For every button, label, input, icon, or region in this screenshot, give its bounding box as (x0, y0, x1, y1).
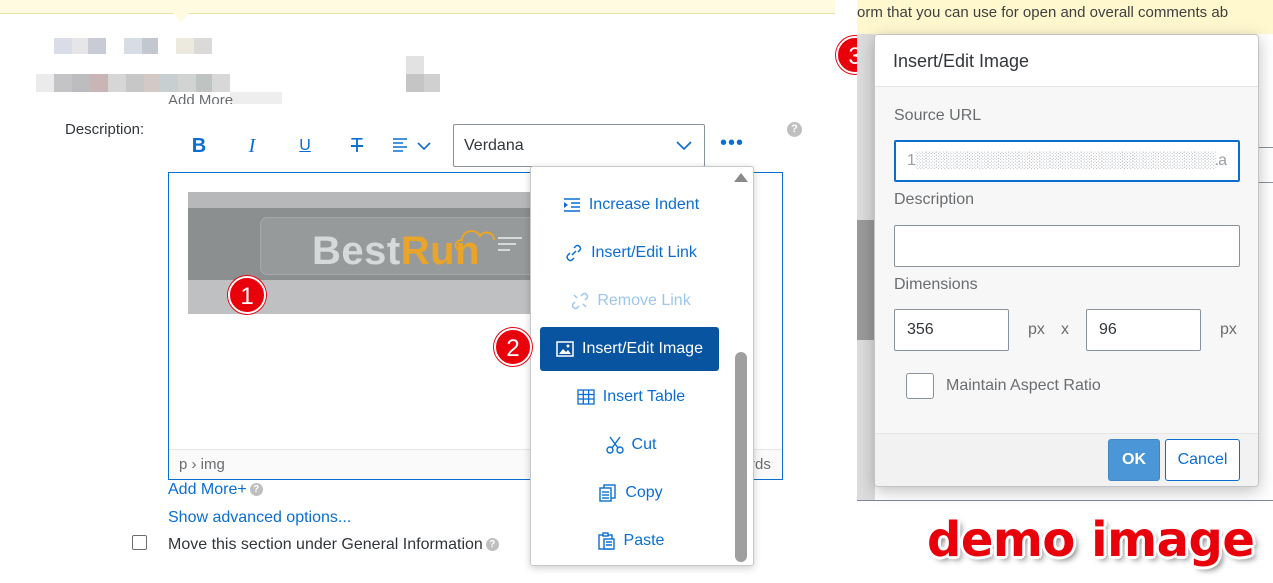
align-left-icon (393, 138, 431, 152)
indent-icon (563, 198, 580, 212)
align-dropdown-button[interactable] (392, 137, 438, 160)
copy-icon (599, 484, 617, 502)
background-strip-text: orm that you can use for open and overal… (857, 4, 1229, 21)
background-divider (857, 500, 1273, 501)
step-badge-2: 2 (494, 328, 532, 366)
more-options-menu: Increase Indent Insert/Edit Link Remove … (530, 166, 754, 566)
demo-watermark: demo image (927, 512, 1255, 568)
menu-item-insert-link[interactable]: Insert/Edit Link (531, 231, 731, 275)
info-strip (0, 0, 835, 14)
add-more-link[interactable]: Add More+? (168, 481, 263, 499)
cloud-icon (454, 230, 522, 251)
height-unit-label: px (1220, 321, 1237, 338)
menu-item-increase-indent[interactable]: Increase Indent (531, 183, 731, 227)
chevron-down-icon (676, 141, 692, 151)
menu-scroll-up-arrow[interactable] (734, 173, 748, 182)
menu-item-paste[interactable]: Paste (531, 519, 731, 563)
add-more-top-label: Add More (168, 92, 234, 104)
menu-item-insert-table[interactable]: Insert Table (531, 375, 731, 419)
italic-button[interactable]: I (240, 134, 264, 158)
info-strip-pointer (172, 12, 190, 22)
dimension-separator: x (1061, 321, 1069, 338)
move-section-checkbox[interactable] (132, 535, 147, 550)
description-label: Description: (65, 121, 145, 138)
image-icon (556, 341, 574, 357)
help-icon[interactable]: ? (787, 122, 802, 137)
menu-item-copy[interactable]: Copy (531, 471, 731, 515)
more-options-button[interactable]: ••• (720, 132, 744, 155)
step-badge-1: 1 (228, 276, 266, 314)
move-section-label: Move this section under General Informat… (168, 536, 499, 554)
menu-item-cut[interactable]: Cut (531, 423, 731, 467)
menu-item-remove-link: Remove Link (531, 279, 731, 323)
dialog-header: Insert/Edit Image (875, 35, 1258, 87)
table-icon (577, 389, 595, 405)
description-label: Description (894, 191, 975, 208)
font-select-value: Verdana (464, 137, 524, 154)
unlink-icon (572, 292, 589, 310)
paste-icon (597, 532, 615, 550)
show-advanced-options-link[interactable]: Show advanced options... (168, 509, 351, 527)
element-path: p › img (179, 456, 225, 473)
height-input[interactable]: 96 (1086, 309, 1201, 351)
background-field (1257, 147, 1273, 183)
description-input[interactable] (894, 225, 1240, 267)
help-icon[interactable]: ? (249, 483, 263, 497)
width-unit-label: px (1028, 321, 1045, 338)
menu-item-insert-image[interactable]: Insert/Edit Image (540, 327, 719, 371)
maintain-aspect-ratio-checkbox[interactable] (906, 373, 934, 399)
font-family-select[interactable]: Verdana (453, 124, 705, 167)
strikethrough-button[interactable]: T (345, 134, 369, 158)
help-icon[interactable]: ? (485, 538, 499, 552)
bold-button[interactable]: B (187, 134, 211, 158)
ok-button[interactable]: OK (1108, 439, 1160, 481)
source-url-input[interactable]: 1░░░░░░░░░░░░░░░░░░░░░░░░░░░░░.a (894, 140, 1240, 182)
dialog-title: Insert/Edit Image (893, 51, 1030, 71)
source-url-label: Source URL (894, 107, 982, 124)
width-input[interactable]: 356 (894, 309, 1009, 351)
background-image-edge (857, 220, 875, 340)
underline-button[interactable]: U (293, 134, 317, 158)
maintain-aspect-ratio-label: Maintain Aspect Ratio (946, 377, 1101, 394)
menu-scrollbar[interactable] (735, 352, 747, 562)
cancel-button[interactable]: Cancel (1165, 439, 1240, 481)
dimensions-label: Dimensions (894, 276, 978, 293)
insert-image-dialog: Insert/Edit Image Source URL 1░░░░░░░░░░… (874, 34, 1259, 487)
scissors-icon (605, 436, 624, 454)
link-icon (566, 244, 582, 262)
